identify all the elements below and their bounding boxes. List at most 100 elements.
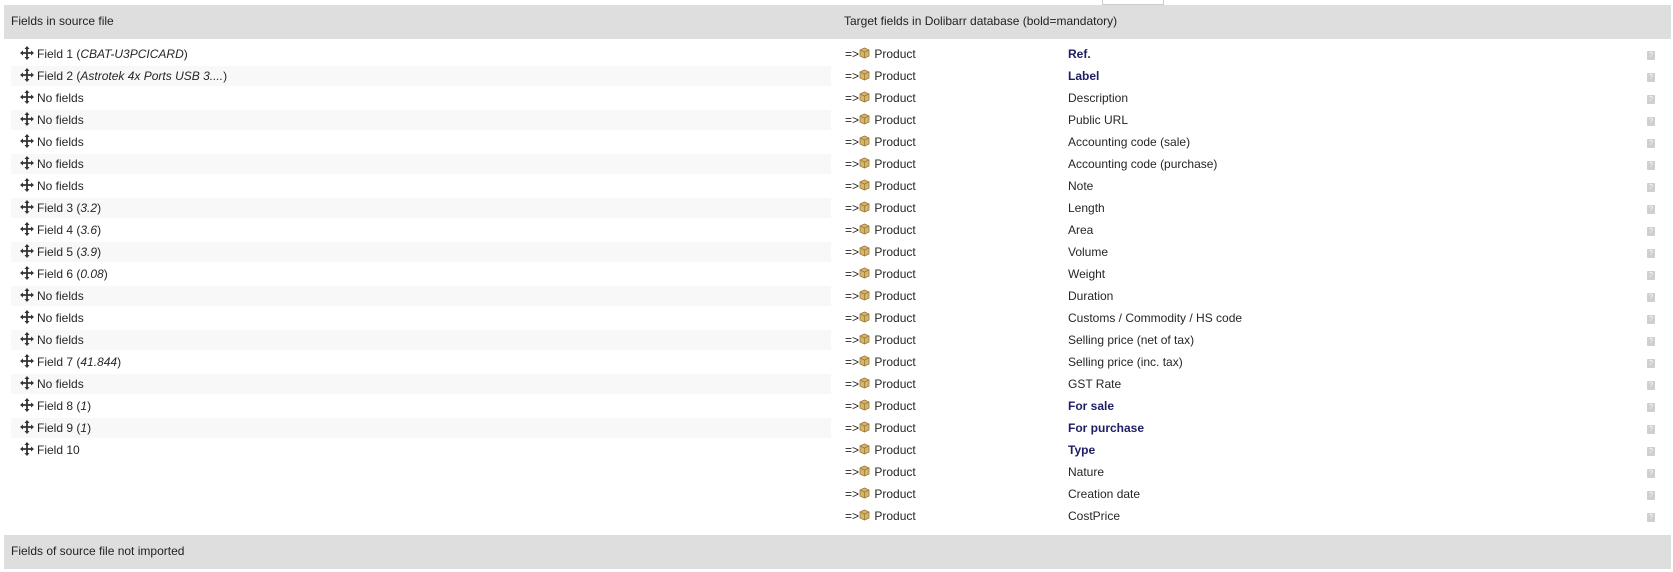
target-object-label: Product — [874, 377, 916, 391]
arrow-text: => — [845, 311, 860, 325]
help-icon[interactable]: ? — [1647, 315, 1655, 324]
target-field: Nature — [1068, 465, 1105, 479]
help-icon[interactable]: ? — [1647, 117, 1655, 126]
source-field[interactable]: No fields — [20, 88, 84, 108]
move-arrows-icon[interactable] — [20, 244, 34, 258]
move-arrows-icon[interactable] — [20, 46, 34, 60]
source-field[interactable]: Field 4 (3.6) — [20, 220, 101, 240]
arrow-text: => — [845, 487, 860, 501]
target-object-label: Product — [874, 399, 916, 413]
source-field[interactable]: No fields — [20, 176, 84, 196]
source-field-example: 0.08 — [80, 267, 104, 281]
source-field-label: No fields — [37, 377, 84, 391]
help-icon[interactable]: ? — [1647, 51, 1655, 60]
help-icon[interactable]: ? — [1647, 205, 1655, 214]
help-icon[interactable]: ? — [1647, 469, 1655, 478]
source-field-label: No fields — [37, 179, 84, 193]
source-field[interactable]: Field 2 (Astrotek 4x Ports USB 3....) — [20, 66, 227, 86]
help-icon[interactable]: ? — [1647, 359, 1655, 368]
source-field[interactable]: No fields — [20, 132, 84, 152]
source-field[interactable]: Field 5 (3.9) — [20, 242, 101, 262]
move-arrows-icon[interactable] — [20, 156, 34, 170]
move-arrows-icon[interactable] — [20, 310, 34, 324]
help-icon[interactable]: ? — [1647, 447, 1655, 456]
source-field[interactable]: Field 7 (41.844) — [20, 352, 121, 372]
target-field-mandatory: For purchase — [1068, 421, 1145, 435]
move-arrows-icon[interactable] — [20, 222, 34, 236]
not-imported-header: Fields of source file not imported — [4, 535, 1671, 569]
not-imported-heading: Fields of source file not imported — [11, 544, 185, 558]
source-field[interactable]: No fields — [20, 308, 84, 328]
source-field-label: No fields — [37, 311, 84, 325]
target-object: => Product — [845, 264, 916, 284]
move-arrows-icon[interactable] — [20, 178, 34, 192]
target-object: => Product — [845, 132, 916, 152]
target-object-label: Product — [874, 355, 916, 369]
package-icon — [859, 375, 870, 389]
target-field: Duration — [1068, 289, 1114, 303]
help-icon[interactable]: ? — [1647, 491, 1655, 500]
package-icon — [859, 67, 870, 81]
source-field[interactable]: Field 10 — [20, 440, 80, 460]
source-field[interactable]: Field 3 (3.2) — [20, 198, 101, 218]
arrow-text: => — [845, 377, 860, 391]
package-icon — [859, 441, 870, 455]
target-field: Volume — [1068, 245, 1109, 259]
target-object: => Product — [845, 44, 916, 64]
target-object-label: Product — [874, 311, 916, 325]
row-stripe — [11, 374, 831, 394]
help-icon[interactable]: ? — [1647, 227, 1655, 236]
move-arrows-icon[interactable] — [20, 134, 34, 148]
help-icon[interactable]: ? — [1647, 425, 1655, 434]
arrow-text: => — [845, 223, 860, 237]
target-object: => Product — [845, 286, 916, 306]
help-icon[interactable]: ? — [1647, 271, 1655, 280]
target-field: Accounting code (sale) — [1068, 135, 1191, 149]
source-field[interactable]: Field 9 (1) — [20, 418, 91, 438]
help-icon[interactable]: ? — [1647, 95, 1655, 104]
move-arrows-icon[interactable] — [20, 90, 34, 104]
target-field: Note — [1068, 179, 1094, 193]
target-object-label: Product — [874, 113, 916, 127]
help-icon[interactable]: ? — [1647, 381, 1655, 390]
source-field[interactable]: No fields — [20, 330, 84, 350]
move-arrows-icon[interactable] — [20, 68, 34, 82]
source-field[interactable]: No fields — [20, 286, 84, 306]
move-arrows-icon[interactable] — [20, 442, 34, 456]
target-object: => Product — [845, 374, 916, 394]
help-icon[interactable]: ? — [1647, 293, 1655, 302]
source-field[interactable]: No fields — [20, 110, 84, 130]
move-arrows-icon[interactable] — [20, 266, 34, 280]
target-field: CostPrice — [1068, 509, 1121, 523]
arrow-text: => — [845, 201, 860, 215]
help-icon[interactable]: ? — [1647, 403, 1655, 412]
move-arrows-icon[interactable] — [20, 354, 34, 368]
source-field[interactable]: Field 8 (1) — [20, 396, 91, 416]
help-icon[interactable]: ? — [1647, 249, 1655, 258]
source-field[interactable]: Field 6 (0.08) — [20, 264, 108, 284]
move-arrows-icon[interactable] — [20, 332, 34, 346]
source-field-label: No fields — [37, 333, 84, 347]
arrow-text: => — [845, 69, 860, 83]
help-icon[interactable]: ? — [1647, 161, 1655, 170]
move-arrows-icon[interactable] — [20, 420, 34, 434]
source-field-label: No fields — [37, 157, 84, 171]
source-field[interactable]: No fields — [20, 374, 84, 394]
move-arrows-icon[interactable] — [20, 288, 34, 302]
help-icon[interactable]: ? — [1647, 337, 1655, 346]
source-field[interactable]: No fields — [20, 154, 84, 174]
target-object-label: Product — [874, 289, 916, 303]
package-icon — [859, 265, 870, 279]
source-field-label: Field 2 — [37, 69, 74, 83]
help-icon[interactable]: ? — [1647, 73, 1655, 82]
move-arrows-icon[interactable] — [20, 200, 34, 214]
target-object-label: Product — [874, 509, 916, 523]
move-arrows-icon[interactable] — [20, 376, 34, 390]
help-icon[interactable]: ? — [1647, 513, 1655, 522]
move-arrows-icon[interactable] — [20, 112, 34, 126]
help-icon[interactable]: ? — [1647, 183, 1655, 192]
arrow-text: => — [845, 91, 860, 105]
help-icon[interactable]: ? — [1647, 139, 1655, 148]
move-arrows-icon[interactable] — [20, 398, 34, 412]
source-field[interactable]: Field 1 (CBAT-U3PCICARD) — [20, 44, 188, 64]
